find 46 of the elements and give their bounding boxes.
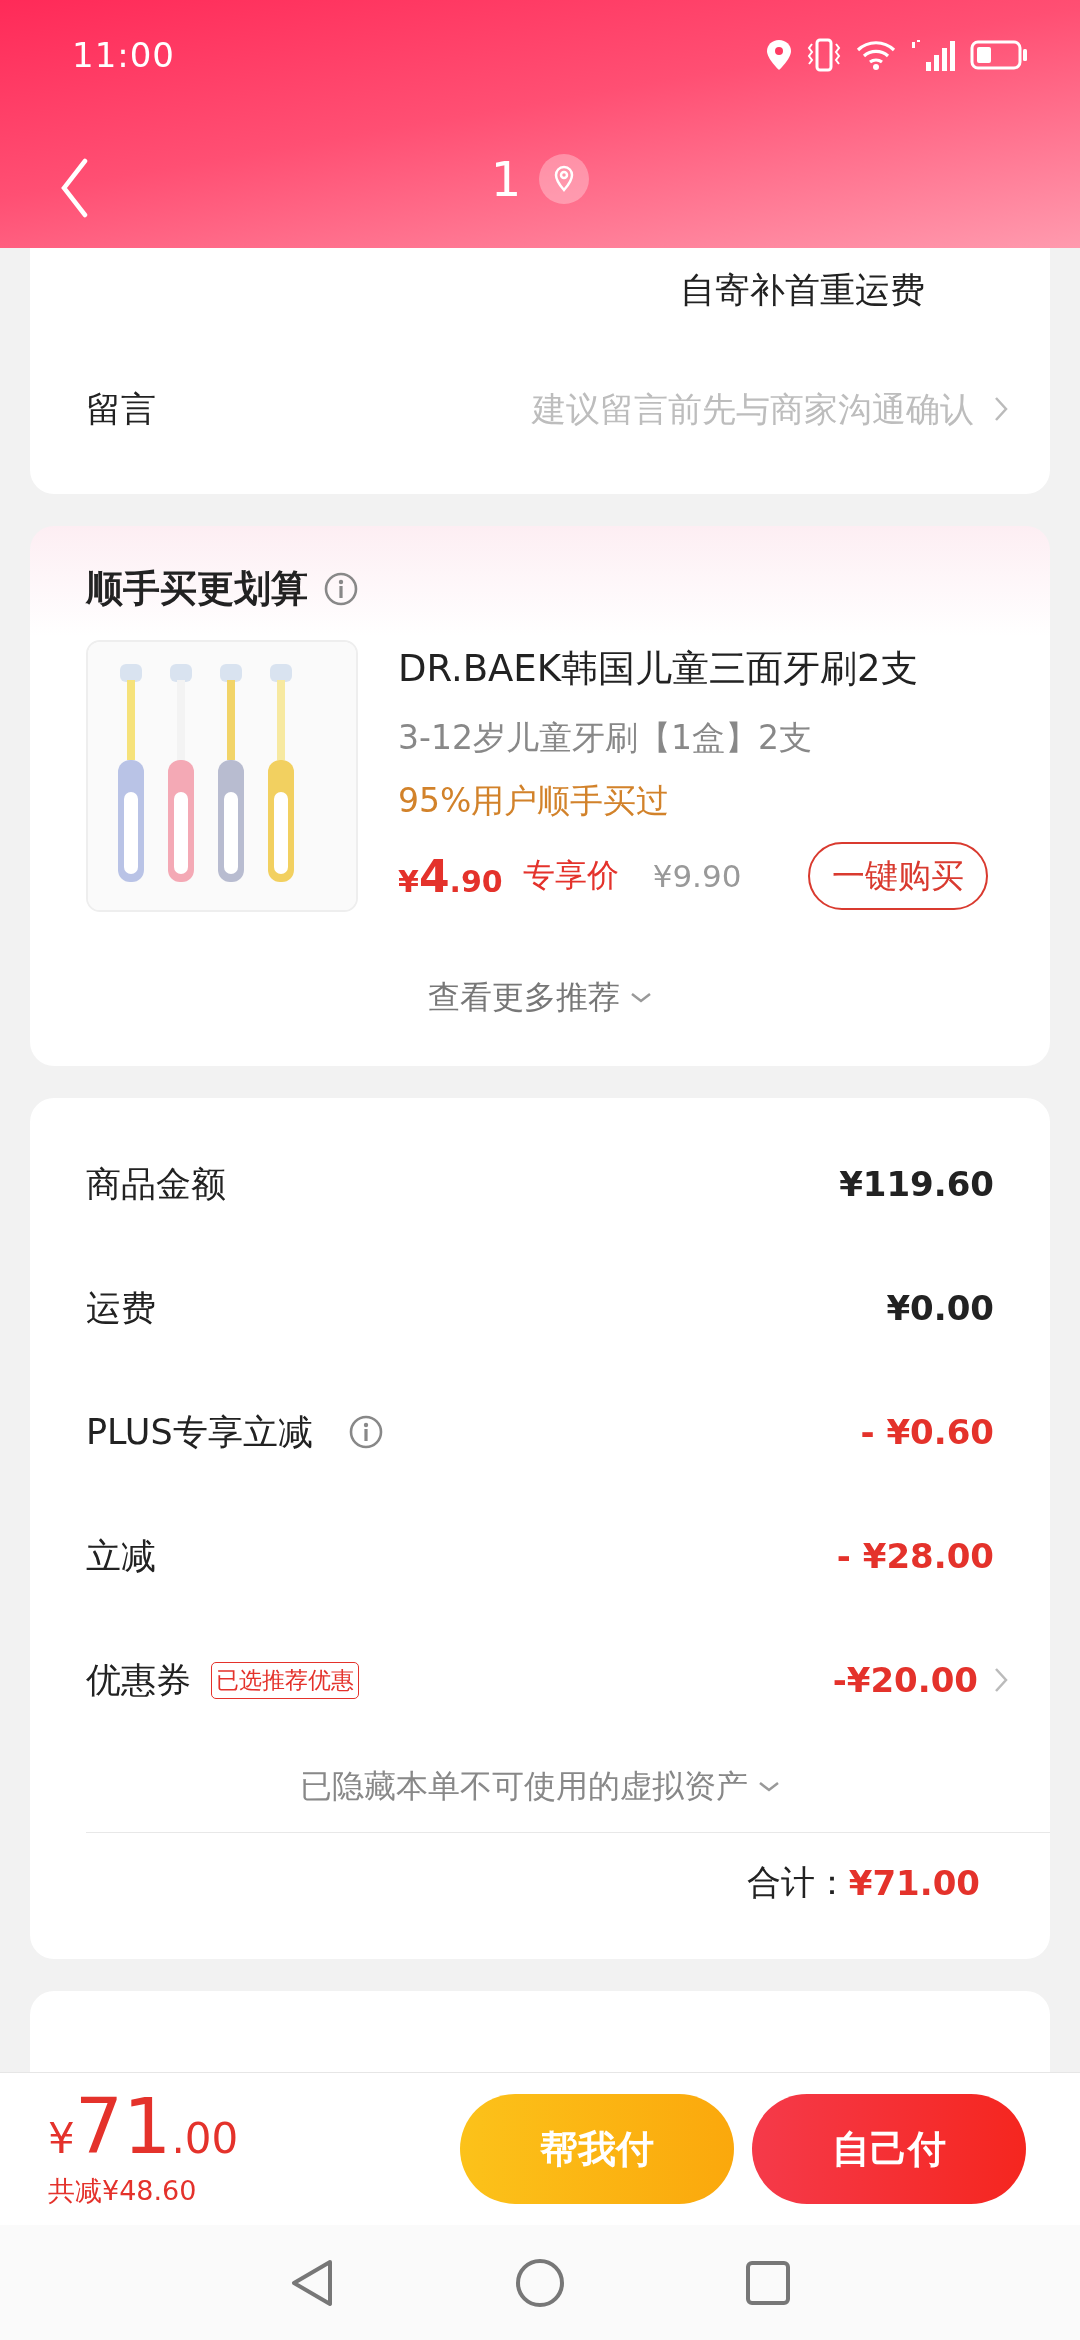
summary-value: - ¥0.60 — [860, 1412, 994, 1452]
summary-label: 运费 — [86, 1286, 156, 1330]
saved-amount: 共减¥48.60 — [48, 2174, 198, 2208]
wifi-icon — [856, 39, 896, 71]
summary-label: 立减 — [86, 1534, 156, 1578]
signal-icon — [910, 38, 956, 72]
product-price: ¥4.90 — [398, 850, 503, 902]
product-name[interactable]: DR.BAEK韩国儿童三面牙刷2支 — [398, 644, 994, 694]
social-proof: 95%用户顺手买过 — [398, 780, 671, 822]
more-link[interactable]: 查看更多推荐 — [428, 976, 620, 1020]
summary-label: 优惠券 — [86, 1658, 191, 1702]
message-field[interactable]: 建议留言前先与商家沟通确认 — [176, 389, 974, 429]
chevron-right-icon — [994, 396, 1008, 422]
buy-button[interactable]: 一键购买 — [808, 842, 988, 910]
recommend-title: 顺手买更划算 — [86, 566, 308, 612]
summary-value: - ¥28.00 — [836, 1536, 994, 1576]
pay-button[interactable]: 自己付 — [752, 2094, 1026, 2204]
checkout-price: ¥71.00 — [48, 2089, 239, 2165]
summary-value: ¥0.00 — [886, 1288, 994, 1328]
back-icon[interactable] — [60, 158, 88, 218]
product-spec: 3-12岁儿童牙刷【1盒】2支 — [398, 717, 813, 759]
original-price: ¥9.90 — [652, 858, 742, 894]
chevron-down-icon — [758, 1781, 780, 1793]
location-icon — [766, 39, 792, 71]
message-label: 留言 — [86, 387, 156, 431]
info-icon[interactable] — [324, 572, 358, 606]
hidden-assets-note[interactable]: 已隐藏本单不可使用的虚拟资产 — [300, 1765, 748, 1809]
back-icon[interactable] — [289, 2257, 335, 2308]
info-icon[interactable] — [348, 1415, 383, 1449]
chevron-down-icon — [630, 992, 652, 1004]
header-title: 1 — [490, 151, 522, 207]
battery-icon — [970, 40, 1028, 70]
home-icon[interactable] — [515, 2257, 565, 2308]
summary-value: ¥119.60 — [839, 1164, 994, 1204]
price-tag: 专享价 — [522, 854, 619, 898]
coupon-tag: 已选推荐优惠 — [211, 1661, 359, 1699]
recents-icon[interactable] — [745, 2259, 791, 2306]
shipping-note: 自寄补首重运费 — [680, 270, 925, 310]
location-pin-icon[interactable] — [539, 154, 590, 204]
status-time: 11:00 — [72, 35, 175, 75]
summary-label: 商品金额 — [86, 1162, 226, 1206]
total-label: 合计： — [746, 1861, 849, 1904]
summary-label: PLUS专享立减 — [86, 1410, 313, 1454]
summary-value[interactable]: -¥20.00 — [832, 1660, 978, 1700]
vibrate-icon — [806, 38, 842, 72]
total-value: ¥71.00 — [848, 1863, 980, 1903]
